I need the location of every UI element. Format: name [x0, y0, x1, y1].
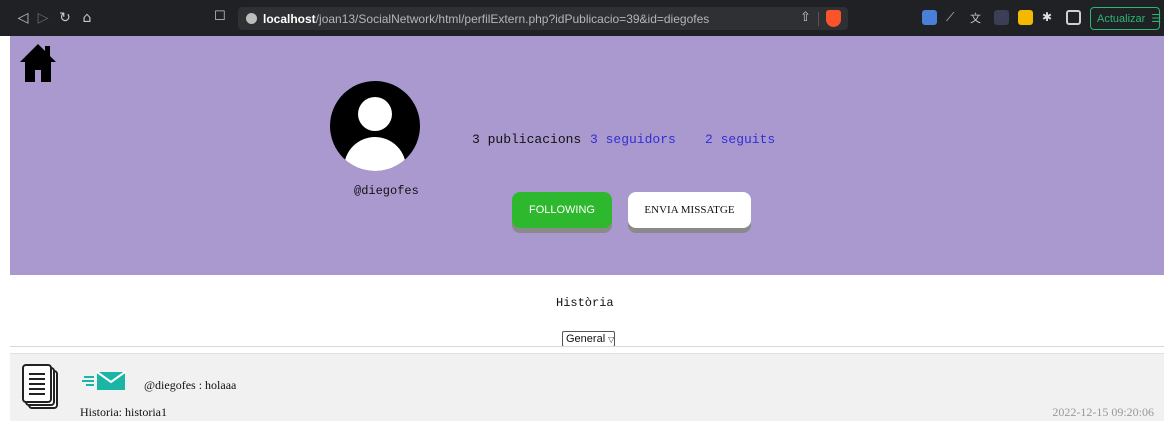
browser-toolbar: ◁ ▷ ↻ ⌂ ☐ localhost /joan13/SocialNetwor…	[0, 0, 1164, 36]
chevron-down-icon: ▽	[608, 334, 615, 344]
avatar	[330, 81, 420, 171]
send-message-button[interactable]: ENVIA MISSATGE	[628, 192, 751, 228]
publications-count: 3 publicacions	[472, 132, 582, 147]
profile-username: @diegofes	[354, 184, 419, 198]
back-icon[interactable]: ◁	[12, 7, 34, 29]
url-host: localhost	[263, 11, 316, 26]
sidebar-icon[interactable]	[1066, 10, 1081, 25]
menu-icon: ☰	[1151, 12, 1162, 25]
bookmark-icon[interactable]: ☐	[214, 9, 226, 24]
avatar-body	[344, 137, 406, 171]
forward-icon[interactable]: ▷	[32, 7, 54, 29]
following-button[interactable]: FOLLOWING	[512, 192, 612, 228]
update-button[interactable]: Actualizar ☰	[1090, 7, 1162, 30]
avatar-head	[358, 97, 392, 131]
toolbar-separator	[818, 12, 819, 26]
extension-icon[interactable]: ✱	[1042, 10, 1057, 25]
share-icon[interactable]: ⇧	[800, 10, 811, 25]
brave-shield-icon[interactable]	[826, 10, 841, 27]
profile-header: @diegofes 3 publicacions 3 seguidors 2 s…	[10, 36, 1164, 275]
post-story: Historia: historia1	[80, 405, 167, 419]
section-divider	[10, 346, 1164, 347]
update-label: Actualizar	[1097, 12, 1146, 25]
document-stack-icon[interactable]	[22, 364, 60, 410]
post-date: 2022-12-15 09:20:06	[1052, 405, 1154, 419]
followers-link[interactable]: 3 seguidors	[590, 132, 676, 147]
address-bar[interactable]: localhost /joan13/SocialNetwork/html/per…	[238, 7, 848, 30]
translate-extension-icon[interactable]	[922, 10, 937, 25]
url-path: /joan13/SocialNetwork/html/perfilExtern.…	[315, 11, 710, 26]
following-link[interactable]: 2 seguits	[705, 132, 775, 147]
post-item: @diegofes : holaaa Historia: historia1 2…	[10, 353, 1164, 421]
send-mail-icon[interactable]	[82, 371, 126, 391]
history-title: Història	[556, 296, 614, 310]
site-info-icon[interactable]	[246, 13, 257, 24]
home-icon[interactable]	[18, 42, 58, 84]
reload-icon[interactable]: ↻	[54, 7, 76, 29]
home-icon[interactable]: ⌂	[76, 7, 98, 29]
filter-selected-value: General	[566, 333, 606, 345]
notes-extension-icon[interactable]	[1018, 10, 1033, 25]
grid-extension-icon[interactable]	[994, 10, 1009, 25]
pen-extension-icon[interactable]: ⟋	[946, 10, 961, 25]
text-extension-icon[interactable]: 文	[970, 10, 985, 25]
history-filter-select[interactable]: General ▽	[562, 331, 615, 347]
post-author-text: @diegofes : holaaa	[144, 378, 237, 392]
